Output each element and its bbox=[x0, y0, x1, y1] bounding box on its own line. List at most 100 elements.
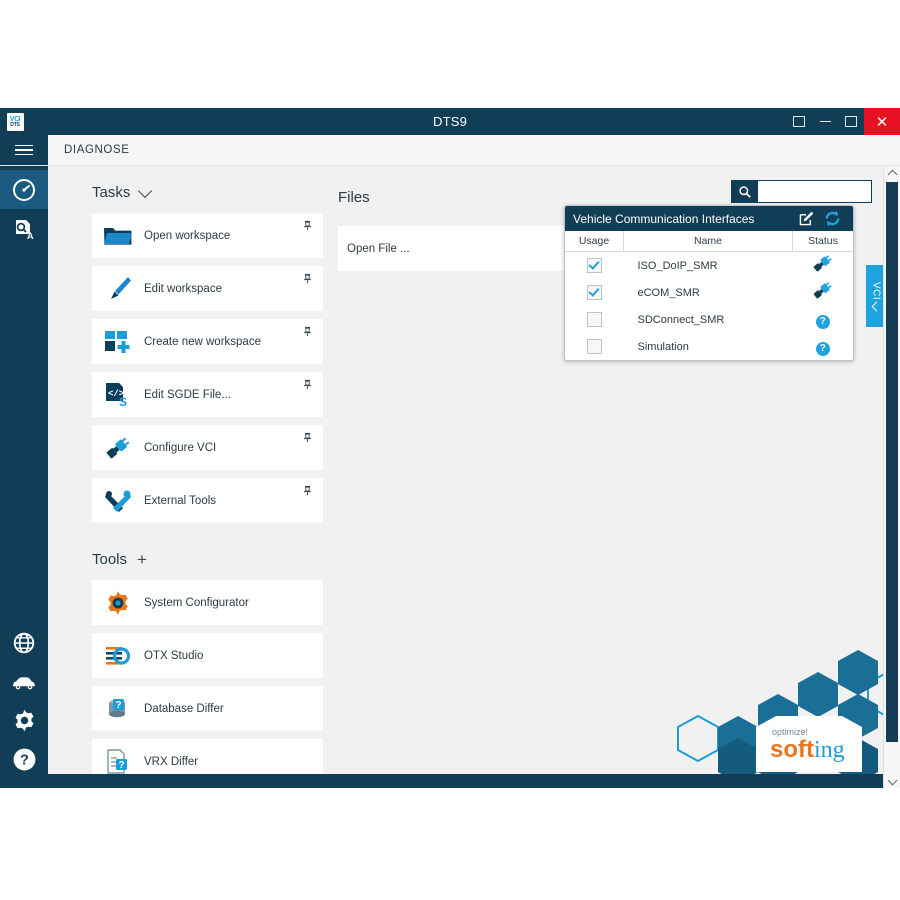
menu-icon[interactable] bbox=[0, 135, 48, 165]
maximize-icon bbox=[845, 116, 857, 127]
usage-checkbox[interactable] bbox=[586, 284, 602, 300]
open-file-label: Open File ... bbox=[347, 242, 410, 255]
tool-card-otx-studio[interactable]: OTX Studio bbox=[92, 633, 323, 678]
car-icon bbox=[12, 676, 35, 689]
files-heading: Files bbox=[338, 188, 370, 206]
new-workspace-icon bbox=[92, 319, 144, 364]
usage-checkbox[interactable] bbox=[586, 311, 602, 327]
gear-orange-icon bbox=[92, 580, 144, 625]
globe-icon bbox=[13, 632, 35, 653]
chevron-up-icon bbox=[887, 169, 897, 180]
pin-icon[interactable] bbox=[302, 485, 313, 496]
task-label: Edit SGDE File... bbox=[144, 388, 231, 401]
tools-icon bbox=[92, 478, 144, 523]
column-header-status: Status bbox=[792, 231, 853, 252]
task-card-external-tools[interactable]: External Tools bbox=[92, 478, 323, 523]
sidebar-item-settings[interactable] bbox=[0, 701, 48, 740]
table-row[interactable]: Simulation ? bbox=[565, 333, 853, 360]
interface-name: SDConnect_SMR bbox=[637, 313, 725, 326]
title-bar: VCI DTS DTS9 ✕ bbox=[0, 108, 900, 135]
tasks-heading: Tasks bbox=[92, 184, 131, 201]
document-search-a-icon: A bbox=[16, 219, 34, 241]
status-cell bbox=[793, 279, 854, 306]
window-controls: ✕ bbox=[786, 108, 900, 135]
database-question-icon: ? bbox=[92, 686, 144, 731]
chevron-left-icon bbox=[871, 301, 881, 312]
minimize-button[interactable] bbox=[812, 108, 838, 135]
tool-label: System Configurator bbox=[144, 596, 249, 609]
svg-text:S: S bbox=[119, 395, 127, 409]
question-icon: ? bbox=[815, 314, 830, 329]
plug-connected-icon bbox=[813, 255, 832, 272]
table-row[interactable]: eCOM_SMR bbox=[565, 279, 853, 306]
table-row[interactable]: ISO_DoIP_SMR bbox=[565, 252, 853, 280]
status-cell: ? bbox=[793, 306, 854, 333]
status-cell: ? bbox=[793, 333, 854, 360]
dts9-application-window: VCI DTS DTS9 ✕ DIAGNOSE A ? Tasks Open w… bbox=[0, 108, 900, 788]
usage-checkbox[interactable] bbox=[586, 338, 602, 354]
pin-icon[interactable] bbox=[302, 379, 313, 390]
sidebar-item-vehicle[interactable] bbox=[0, 662, 48, 701]
edit-pencil-icon[interactable] bbox=[793, 211, 819, 226]
scroll-down-button[interactable] bbox=[884, 774, 900, 788]
sidebar-item-analyze[interactable]: A bbox=[0, 209, 48, 248]
gauge-icon bbox=[13, 178, 35, 201]
table-row[interactable]: SDConnect_SMR ? bbox=[565, 306, 853, 333]
tasks-column: Tasks Open workspace Edit workspace Crea… bbox=[48, 166, 338, 788]
usage-checkbox[interactable] bbox=[586, 257, 602, 273]
restore-button[interactable] bbox=[786, 108, 812, 135]
vehicle-communication-interfaces-dialog[interactable]: Vehicle Communication Interfaces Usage N… bbox=[564, 205, 854, 361]
pin-icon[interactable] bbox=[302, 273, 313, 284]
chevron-down-icon bbox=[887, 775, 897, 786]
scroll-up-button[interactable] bbox=[884, 166, 900, 181]
task-card-create-new-workspace[interactable]: Create new workspace bbox=[92, 319, 323, 364]
column-header-usage: Usage bbox=[565, 231, 624, 252]
search-input[interactable] bbox=[758, 181, 871, 202]
status-cell bbox=[793, 252, 854, 280]
interface-name: ISO_DoIP_SMR bbox=[637, 259, 718, 272]
usage-cell[interactable] bbox=[565, 306, 624, 333]
usage-cell[interactable] bbox=[565, 252, 624, 280]
usage-cell[interactable] bbox=[565, 333, 624, 360]
brush-icon bbox=[92, 266, 144, 311]
task-label: Create new workspace bbox=[144, 335, 261, 348]
tasks-section-header: Tasks bbox=[92, 183, 338, 201]
tool-card-database-differ[interactable]: ? Database Differ bbox=[92, 686, 323, 731]
plus-icon[interactable]: + bbox=[137, 551, 147, 568]
sidebar-item-network[interactable] bbox=[0, 623, 48, 662]
minimize-icon bbox=[819, 121, 831, 122]
vci-dialog-header: Vehicle Communication Interfaces bbox=[565, 206, 853, 231]
tools-heading: Tools bbox=[92, 551, 128, 568]
task-card-configure-vci[interactable]: Configure VCI bbox=[92, 425, 323, 470]
vci-dialog-title: Vehicle Communication Interfaces bbox=[573, 211, 755, 226]
pin-icon[interactable] bbox=[302, 220, 313, 231]
plug-connector-icon bbox=[92, 425, 144, 470]
otx-icon bbox=[92, 633, 144, 678]
pin-icon[interactable] bbox=[302, 326, 313, 337]
task-label: Edit workspace bbox=[144, 282, 222, 295]
pin-icon[interactable] bbox=[302, 432, 313, 443]
task-card-edit-sgde-file[interactable]: </> S Edit SGDE File... bbox=[92, 372, 323, 417]
vci-tab-label: VCI bbox=[870, 282, 882, 301]
vertical-scrollbar[interactable] bbox=[883, 166, 900, 788]
task-card-edit-workspace[interactable]: Edit workspace bbox=[92, 266, 323, 311]
folder-icon bbox=[92, 213, 144, 258]
task-card-open-workspace[interactable]: Open workspace bbox=[92, 213, 323, 258]
svg-text:?: ? bbox=[115, 700, 121, 711]
usage-cell[interactable] bbox=[565, 279, 624, 306]
search-icon[interactable] bbox=[732, 181, 758, 202]
search-box[interactable] bbox=[731, 180, 872, 203]
scrollbar-thumb[interactable] bbox=[886, 182, 898, 742]
interface-name: Simulation bbox=[637, 340, 689, 353]
close-button[interactable]: ✕ bbox=[864, 108, 900, 135]
sidebar-item-diagnose[interactable] bbox=[0, 170, 48, 209]
left-sidebar: A ? bbox=[0, 166, 48, 788]
tool-card-system-configurator[interactable]: System Configurator bbox=[92, 580, 323, 625]
chevron-down-icon[interactable] bbox=[138, 183, 153, 198]
window-title: DTS9 bbox=[432, 114, 468, 129]
svg-text:?: ? bbox=[118, 760, 124, 771]
refresh-icon[interactable] bbox=[819, 210, 845, 227]
maximize-button[interactable] bbox=[838, 108, 864, 135]
question-icon: ? bbox=[815, 341, 830, 356]
menu-bar: DIAGNOSE bbox=[0, 135, 900, 166]
